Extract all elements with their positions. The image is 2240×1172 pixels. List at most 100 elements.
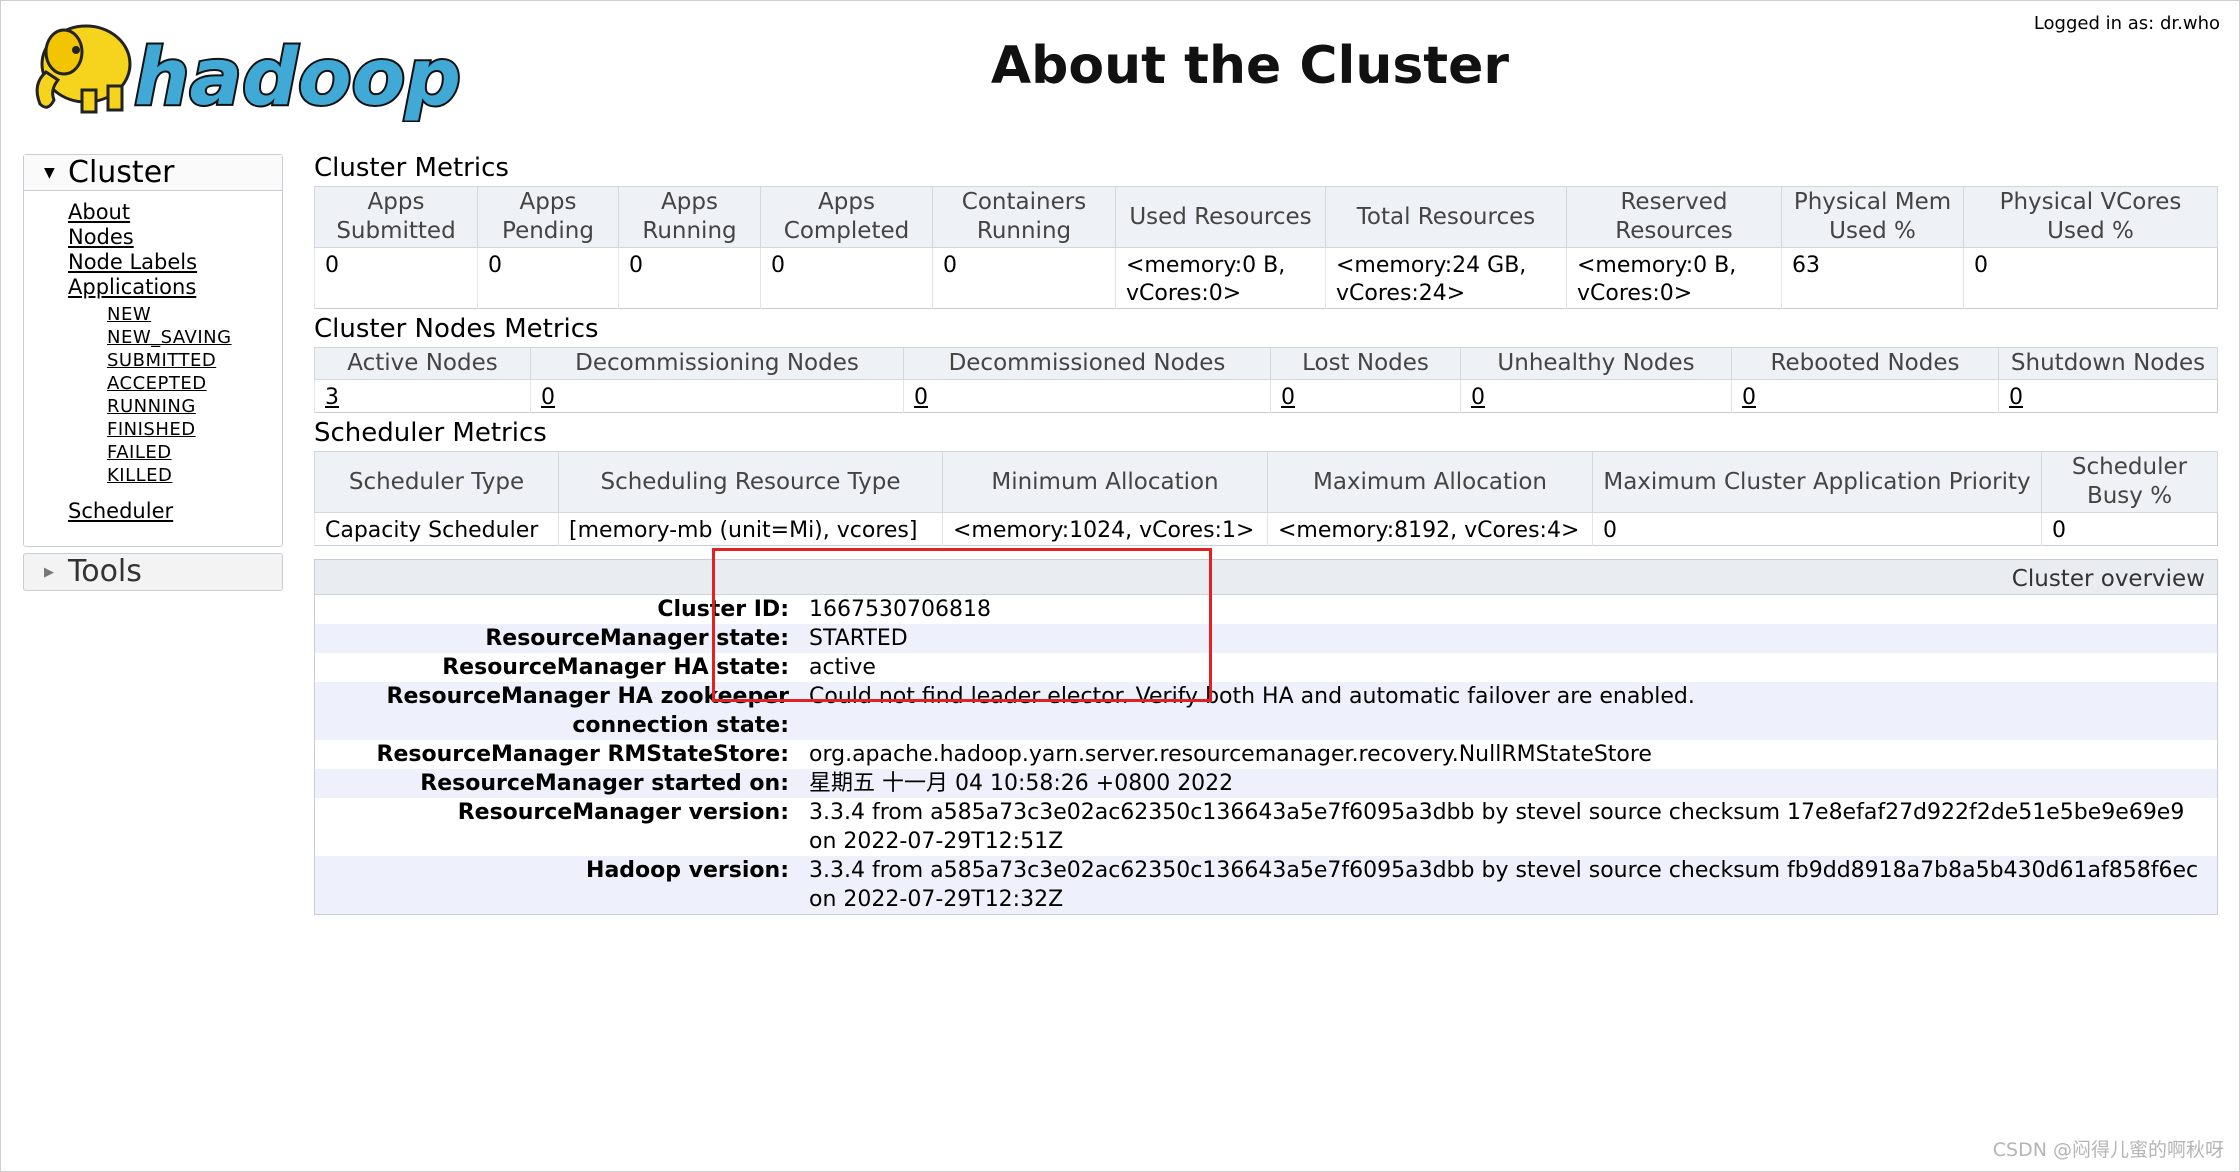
hadoop-logo[interactable]: hadoop: [24, 12, 474, 125]
column-header: Decommissioning Nodes: [530, 347, 904, 380]
table-cell: [memory-mb (unit=Mi), vcores]: [558, 512, 943, 546]
table-cell: 0: [1998, 379, 2218, 413]
cluster-nav-header[interactable]: ▼ Cluster: [24, 155, 282, 191]
nav-link-scheduler[interactable]: Scheduler: [68, 499, 282, 524]
table-cell: 3: [314, 379, 531, 413]
table-cell: 0: [1731, 379, 1999, 413]
column-header: Apps Submitted: [314, 186, 478, 248]
app-state-list: NEW NEW_SAVING SUBMITTED ACCEPTED RUNNIN…: [68, 300, 282, 487]
table-cell: 0: [760, 247, 933, 309]
nav-link-submitted[interactable]: SUBMITTED: [107, 349, 282, 372]
rebooted-nodes-link[interactable]: 0: [1742, 385, 1756, 410]
table-cell: 0: [618, 247, 761, 309]
column-header: Reserved Resources: [1566, 186, 1782, 248]
logo-wordmark: hadoop: [134, 33, 461, 122]
elephant-icon: [35, 24, 132, 114]
overview-value: 3.3.4 from a585a73c3e02ac62350c136643a5e…: [809, 858, 2199, 912]
lost-nodes-link[interactable]: 0: [1281, 385, 1295, 410]
overview-row: ResourceManager state: STARTED: [315, 624, 2217, 653]
unhealthy-nodes-link[interactable]: 0: [1471, 385, 1485, 410]
nav-link-finished[interactable]: FINISHED: [107, 418, 282, 441]
decommissioning-nodes-link[interactable]: 0: [541, 385, 555, 410]
table-row: 3 0 0 0 0 0 0: [314, 379, 2218, 413]
shutdown-nodes-link[interactable]: 0: [2009, 385, 2023, 410]
table-cell: 0: [2041, 512, 2218, 546]
table-cell: 0: [1592, 512, 2042, 546]
overview-row: Cluster ID: 1667530706818: [315, 595, 2217, 624]
column-header: Total Resources: [1325, 186, 1567, 248]
column-header: Apps Completed: [760, 186, 933, 248]
column-header: Maximum Allocation: [1267, 451, 1593, 513]
nav-link-new-saving[interactable]: NEW_SAVING: [107, 326, 282, 349]
column-header: Physical VCores Used %: [1963, 186, 2218, 248]
overview-key: ResourceManager started on:: [420, 771, 789, 796]
cluster-metrics-table: Apps Submitted Apps Pending Apps Running…: [314, 186, 2218, 309]
nav-link-node-labels[interactable]: Node Labels: [68, 250, 282, 275]
column-header: Apps Pending: [477, 186, 619, 248]
column-header: Lost Nodes: [1270, 347, 1461, 380]
column-header: Decommissioned Nodes: [903, 347, 1271, 380]
cluster-overview-header: Cluster overview: [315, 560, 2217, 595]
highlight-annotation-box: [712, 548, 1212, 702]
column-header: Rebooted Nodes: [1731, 347, 1999, 380]
table-cell: Capacity Scheduler: [314, 512, 559, 546]
column-header: Scheduling Resource Type: [558, 451, 943, 513]
overview-row: ResourceManager HA zookeeper connection …: [315, 682, 2217, 740]
triangle-right-icon: ▶: [44, 564, 54, 580]
column-header: Apps Running: [618, 186, 761, 248]
table-row: 0 0 0 0 0 <memory:0 B, vCores:0> <memory…: [314, 247, 2218, 309]
column-header: Minimum Allocation: [942, 451, 1268, 513]
scheduler-metrics-title: Scheduler Metrics: [314, 418, 547, 448]
table-header-row: Apps Submitted Apps Pending Apps Running…: [314, 186, 2218, 248]
node-metrics-title: Cluster Nodes Metrics: [314, 314, 599, 344]
nav-link-running[interactable]: RUNNING: [107, 395, 282, 418]
table-cell: 0: [530, 379, 904, 413]
cluster-nav-label: Cluster: [68, 155, 175, 190]
active-nodes-link[interactable]: 3: [325, 385, 339, 410]
triangle-down-icon: ▼: [44, 165, 55, 181]
watermark: CSDN @闷得儿蜜的啊秋呀: [1992, 1139, 2224, 1161]
overview-key: ResourceManager version:: [457, 800, 789, 825]
page-title: About the Cluster: [990, 36, 1510, 96]
overview-row: Hadoop version: 3.3.4 from a585a73c3e02ac…: [315, 856, 2217, 914]
nav-link-failed[interactable]: FAILED: [107, 441, 282, 464]
column-header: Active Nodes: [314, 347, 531, 380]
nav-link-about[interactable]: About: [68, 200, 282, 225]
nav-link-killed[interactable]: KILLED: [107, 464, 282, 487]
column-header: Physical Mem Used %: [1781, 186, 1964, 248]
overview-key: ResourceManager RMStateStore:: [376, 742, 790, 767]
decommissioned-nodes-link[interactable]: 0: [914, 385, 928, 410]
logged-in-user: Logged in as: dr.who: [2033, 13, 2220, 34]
nav-link-nodes[interactable]: Nodes: [68, 225, 282, 250]
cluster-overview-panel: Cluster overview Cluster ID: 166753070681…: [314, 559, 2218, 915]
tools-nav-header[interactable]: ▶ Tools: [23, 553, 283, 591]
cluster-nav: ▼ Cluster About Nodes Node Labels Applica…: [23, 154, 283, 547]
scheduler-metrics-table: Scheduler Type Scheduling Resource Type …: [314, 451, 2218, 546]
column-header: Scheduler Busy %: [2041, 451, 2218, 513]
column-header: Used Resources: [1115, 186, 1326, 248]
column-header: Maximum Cluster Application Priority: [1592, 451, 2042, 513]
overview-value: org.apache.hadoop.yarn.server.resourcema…: [809, 742, 1652, 767]
node-metrics-table: Active Nodes Decommissioning Nodes Decom…: [314, 347, 2218, 413]
table-cell: <memory:0 B, vCores:0>: [1115, 247, 1326, 309]
overview-row: ResourceManager started on: 星期五 十一月 04 10…: [315, 769, 2217, 798]
overview-row: ResourceManager RMStateStore: org.apache.…: [315, 740, 2217, 769]
nav-link-applications[interactable]: Applications: [68, 275, 282, 300]
tools-nav-label: Tools: [68, 554, 142, 589]
table-cell: <memory:1024, vCores:1>: [942, 512, 1268, 546]
table-cell: 0: [1270, 379, 1461, 413]
overview-row: ResourceManager HA state: active: [315, 653, 2217, 682]
overview-value: 3.3.4 from a585a73c3e02ac62350c136643a5e…: [809, 800, 2185, 854]
column-header: Unhealthy Nodes: [1460, 347, 1732, 380]
overview-key: Hadoop version:: [586, 858, 789, 883]
overview-value: 星期五 十一月 04 10:58:26 +0800 2022: [809, 771, 1234, 796]
nav-link-accepted[interactable]: ACCEPTED: [107, 372, 282, 395]
table-header-row: Scheduler Type Scheduling Resource Type …: [314, 451, 2218, 513]
sidebar: ▼ Cluster About Nodes Node Labels Applica…: [23, 154, 283, 591]
table-cell: 0: [314, 247, 478, 309]
table-cell: 0: [903, 379, 1271, 413]
table-cell: 0: [932, 247, 1116, 309]
column-header: Containers Running: [932, 186, 1116, 248]
table-row: Capacity Scheduler [memory-mb (unit=Mi),…: [314, 512, 2218, 546]
nav-link-new[interactable]: NEW: [107, 303, 282, 326]
